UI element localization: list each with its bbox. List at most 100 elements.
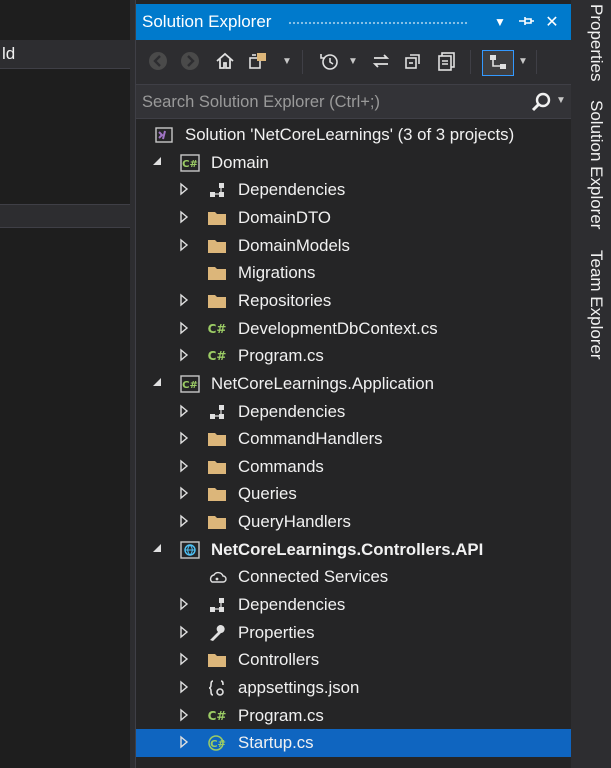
expanded-arrow-icon[interactable] [150,155,164,171]
tree-item-label: NetCoreLearnings.Application [211,373,434,393]
tree-item[interactable]: C# Domain [136,149,572,177]
forward-icon[interactable] [178,50,202,74]
window-position-dropdown-icon[interactable]: ▼ [490,15,510,29]
sync-with-active-document-icon[interactable] [482,50,514,76]
svg-text:C#: C# [208,322,227,336]
tree-item[interactable]: Properties [136,619,572,647]
tree-item[interactable]: Dependencies [136,398,572,426]
collapsed-arrow-icon[interactable] [177,431,191,447]
toolbar-separator [536,50,537,74]
tree-item[interactable]: DomainModels [136,232,572,260]
switch-views-dropdown-icon[interactable]: ▼ [282,50,292,74]
tree-item[interactable]: Controllers [136,646,572,674]
tree-item-label: Properties [238,622,315,642]
tree-item[interactable]: C# Program.cs [136,702,572,730]
tree-item[interactable]: Dependencies [136,591,572,619]
collapsed-arrow-icon[interactable] [177,293,191,309]
folder-icon [206,208,228,228]
collapsed-arrow-icon[interactable] [177,404,191,420]
expanded-arrow-icon[interactable] [150,376,164,392]
csharp-file-icon: C# [206,346,228,366]
back-icon[interactable] [146,50,170,74]
collapsed-arrow-icon[interactable] [177,486,191,502]
tree-item[interactable]: DomainDTO [136,204,572,232]
search-box[interactable]: ▼ [136,84,572,119]
tree-item[interactable]: Repositories [136,287,572,315]
pending-changes-filter-icon[interactable] [316,50,342,74]
collapsed-arrow-icon[interactable] [177,348,191,364]
collapsed-arrow-icon[interactable] [177,625,191,641]
panel-title: Solution Explorer [142,12,272,31]
tree-item[interactable]: CommandHandlers [136,425,572,453]
tree-item[interactable]: Solution 'NetCoreLearnings' (3 of 3 proj… [136,121,572,149]
tab-properties[interactable]: Properties [576,4,606,81]
tree-item-label: Migrations [238,263,316,283]
tree-item-label: Dependencies [238,595,346,615]
tree-item[interactable]: Migrations [136,259,572,287]
collapsed-arrow-icon[interactable] [177,735,191,751]
tree-item[interactable]: Dependencies [136,176,572,204]
web-project-icon [179,540,201,560]
tree-item[interactable]: C# NetCoreLearnings.Application [136,370,572,398]
search-icon[interactable] [530,91,552,113]
tab-team-explorer[interactable]: Team Explorer [576,250,606,360]
tree-item-label: Queries [238,484,297,504]
collapsed-arrow-icon[interactable] [177,459,191,475]
expanded-arrow-icon[interactable] [150,542,164,558]
sync-dropdown-icon[interactable]: ▼ [518,50,528,74]
tree-item[interactable]: QueryHandlers [136,508,572,536]
collapsed-arrow-icon[interactable] [177,238,191,254]
tree-item-label: Controllers [238,650,320,670]
svg-text:C#: C# [208,709,227,723]
tree-item-label: QueryHandlers [238,512,351,532]
collapsed-arrow-icon[interactable] [177,182,191,198]
svg-text:C#: C# [182,159,198,170]
editor-tab-label: ld [2,44,16,63]
panel-title-bar[interactable]: Solution Explorer ▼ ✕ [136,4,572,40]
tree-item[interactable]: C# Program.cs [136,342,572,370]
home-icon[interactable] [212,50,238,74]
tree-item-label: appsettings.json [238,678,360,697]
tree-item-label: Connected Services [238,567,389,587]
collapsed-arrow-icon[interactable] [177,321,191,337]
auto-hide-pin-icon[interactable] [516,12,536,35]
collapsed-arrow-icon[interactable] [177,514,191,530]
tree-item[interactable]: NetCoreLearnings.Controllers.API [136,536,572,564]
collapsed-arrow-icon[interactable] [177,597,191,613]
collapsed-arrow-icon[interactable] [177,652,191,668]
tree-item[interactable]: Connected Services [136,563,572,591]
sync-icon[interactable] [368,50,394,74]
folder-icon [206,650,228,670]
tree-item-label: Domain [211,152,269,172]
svg-text:C#: C# [182,380,198,391]
tree-item-label: Startup.cs [238,733,314,753]
tree-item[interactable]: appsettings.json [136,674,572,702]
show-all-files-icon[interactable] [434,50,460,74]
collapsed-arrow-icon[interactable] [177,708,191,724]
tree-item-label: Solution 'NetCoreLearnings' (3 of 3 proj… [185,125,515,144]
collapsed-arrow-icon[interactable] [177,210,191,226]
tree-item[interactable]: Commands [136,453,572,481]
tab-solution-explorer[interactable]: Solution Explorer [576,100,606,229]
tree-item[interactable]: C# Startup.cs [136,729,572,757]
dependencies-icon [206,595,228,615]
editor-pane: ld [0,0,130,768]
switch-views-icon[interactable] [246,50,272,74]
panel-toolbar: ▼ ▼ ▼ [136,40,572,84]
collapsed-arrow-icon[interactable] [177,680,191,696]
editor-tab[interactable]: ld [0,40,130,69]
search-input[interactable] [142,91,522,113]
tree-item[interactable]: C# DevelopmentDbContext.cs [136,315,572,343]
folder-icon [206,236,228,256]
search-options-dropdown-icon[interactable]: ▼ [556,95,566,106]
dependencies-icon [206,180,228,200]
tree-item[interactable]: Queries [136,480,572,508]
toolbar-separator [302,50,303,74]
tree-item-label: NetCoreLearnings.Controllers.API [211,539,484,559]
csharp-file-icon: C# [206,319,228,339]
filter-dropdown-icon[interactable]: ▼ [348,50,358,74]
wrench-icon [206,623,228,643]
folder-icon [206,484,228,504]
collapse-all-icon[interactable] [400,50,426,74]
close-icon[interactable]: ✕ [542,12,562,32]
